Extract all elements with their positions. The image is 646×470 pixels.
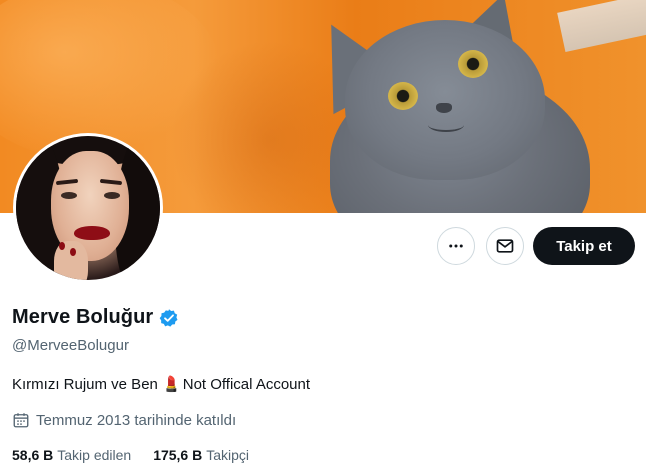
avatar-eye-right <box>104 192 120 199</box>
profile-avatar[interactable] <box>13 133 163 283</box>
avatar-eye-left <box>61 192 77 199</box>
profile-stats: 58,6 B Takip edilen 175,6 B Takipçi <box>12 447 249 463</box>
cat-nose <box>436 103 452 113</box>
followers-count: 175,6 B <box>153 447 203 463</box>
avatar-photo <box>16 136 160 280</box>
following-count: 58,6 B <box>12 447 54 463</box>
envelope-icon <box>496 239 514 253</box>
profile-name: Merve Boluğur <box>12 306 154 328</box>
message-button[interactable] <box>486 227 524 265</box>
profile-bio: Kırmızı Rujum ve Ben 💄 Not Offical Accou… <box>12 375 311 394</box>
avatar-lips <box>74 226 110 240</box>
profile-handle: @MerveeBolugur <box>12 337 129 354</box>
more-horizontal-icon <box>449 244 463 248</box>
cat-mouth <box>428 118 464 132</box>
following-link[interactable]: 58,6 B Takip edilen <box>12 447 131 463</box>
bio-text-suffix: Not Offical Account <box>182 375 311 393</box>
followers-label: Takipçi <box>206 447 250 463</box>
avatar-nail-2 <box>70 248 76 256</box>
banner-fabric-corner <box>557 0 646 53</box>
follow-button[interactable]: Takip et <box>533 227 635 265</box>
cat-head <box>345 20 545 180</box>
calendar-icon <box>13 413 29 428</box>
following-label: Takip edilen <box>57 447 132 463</box>
cat-eye-left <box>388 82 418 110</box>
avatar-nail-1 <box>59 242 65 250</box>
verified-badge-icon[interactable] <box>159 308 179 328</box>
more-button[interactable] <box>437 227 475 265</box>
followers-link[interactable]: 175,6 B Takipçi <box>153 447 249 463</box>
lipstick-emoji: 💄 <box>162 376 181 393</box>
profile-join-date: Temmuz 2013 tarihinde katıldı <box>12 411 236 429</box>
profile-name-row: Merve Boluğur <box>12 306 179 329</box>
bio-text-prefix: Kırmızı Rujum ve Ben <box>12 375 163 393</box>
cat-eye-right <box>458 50 488 78</box>
join-date-text: Temmuz 2013 tarihinde katıldı <box>36 411 237 429</box>
